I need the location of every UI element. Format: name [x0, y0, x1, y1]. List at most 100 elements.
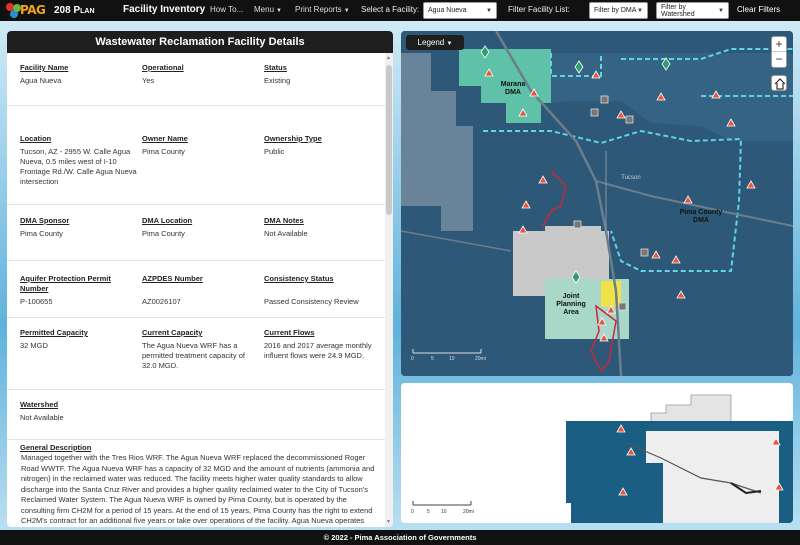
field-label: DMA Notes — [264, 216, 304, 225]
field-current-capacity: Current Capacity The Agua Nueva WRF has … — [142, 328, 260, 371]
highlight-area — [601, 281, 621, 307]
field-label: Status — [264, 63, 287, 72]
field-value: P-100655 — [20, 297, 53, 306]
howto-link[interactable]: How To... — [210, 5, 243, 14]
print-reports-label: Print Reports — [295, 5, 342, 14]
field-ownership-type: Ownership Type Public — [264, 134, 382, 157]
detail-row: Permitted Capacity 32 MGD Current Capaci… — [7, 318, 385, 390]
pima-county-dma-label: Pima County DMA — [679, 209, 723, 224]
grey-area — [545, 226, 601, 241]
field-value: Not Available — [20, 413, 64, 422]
square-marker[interactable] — [600, 95, 609, 104]
scrollbar-thumb[interactable] — [386, 65, 392, 215]
field-value: Pima County — [142, 229, 185, 238]
brand-name[interactable]: 208 Plan — [54, 5, 95, 16]
field-value: Public — [264, 147, 285, 156]
detail-row: Watershed Not Available — [7, 390, 385, 440]
field-label: Current Capacity — [142, 328, 203, 337]
field-label: AZPDES Number — [142, 274, 203, 283]
field-value: AZ0026107 — [142, 297, 181, 306]
main-map[interactable]: Legend ▼ + − Marana DMA Pima County DMA … — [401, 31, 793, 376]
field-label: Ownership Type — [264, 134, 322, 143]
field-value: Yes — [142, 76, 155, 85]
field-dma-location: DMA Location Pima County — [142, 216, 260, 239]
menu-dropdown[interactable]: Menu ▼ — [254, 5, 282, 14]
field-value: The Agua Nueva WRF has a permitted treat… — [142, 341, 245, 370]
filter-dma-value: Filter by DMA — [594, 7, 637, 14]
scale-label: 5 — [427, 509, 430, 515]
legend-label: Legend — [417, 38, 445, 47]
overview-map-canvas[interactable]: 0 5 10 20mi — [401, 383, 793, 523]
overview-map[interactable]: 0 5 10 20mi — [401, 383, 793, 523]
joint-planning-area-label: Joint Planning Area — [556, 293, 586, 316]
panel-body[interactable]: Facility Name Agua Nueva Operational Yes… — [7, 53, 385, 527]
field-owner-name: Owner Name Pima County — [142, 134, 260, 157]
print-reports-dropdown[interactable]: Print Reports ▼ — [295, 5, 350, 14]
home-icon[interactable] — [771, 75, 787, 91]
logo-text: PAG — [20, 3, 46, 17]
legend-button[interactable]: Legend ▼ — [406, 35, 464, 50]
field-value: Existing — [264, 76, 291, 85]
zoom-out-button[interactable]: − — [772, 52, 786, 67]
filter-watershed-value: Filter by Watershed — [661, 3, 695, 18]
facility-select[interactable]: Agua Nueva ▼ — [423, 2, 497, 19]
field-value: Pima County — [20, 229, 63, 238]
field-label: DMA Location — [142, 216, 193, 225]
panel-title: Wastewater Reclamation Facility Details — [7, 31, 393, 53]
description-label: General Description — [20, 443, 92, 452]
square-marker[interactable] — [625, 115, 634, 124]
select-facility-label: Select a Facility: — [361, 5, 420, 14]
chevron-down-icon: ▼ — [637, 7, 643, 14]
zoom-in-button[interactable]: + — [772, 37, 786, 52]
field-value: 2016 and 2017 average monthly influent f… — [264, 341, 372, 360]
field-label: Watershed — [20, 400, 59, 409]
square-marker[interactable] — [573, 220, 582, 229]
pag-logo[interactable]: PAG — [4, 0, 48, 21]
field-label: Consistency Status — [264, 274, 334, 283]
clear-filters-button[interactable]: Clear Filters — [737, 5, 780, 14]
scroll-down-icon[interactable]: ▼ — [386, 519, 391, 525]
scale-label: 0 — [411, 356, 414, 362]
field-label: Operational — [142, 63, 184, 72]
field-operational: Operational Yes — [142, 63, 260, 86]
square-marker[interactable] — [640, 248, 649, 257]
description-text: Managed together with the Tres Rios WRF.… — [21, 453, 375, 527]
field-label: Owner Name — [142, 134, 188, 143]
detail-row: Location Tucson, AZ - 2955 W. Calle Agua… — [7, 106, 385, 205]
filter-watershed-select[interactable]: Filter by Watershed ▼ — [656, 2, 729, 19]
field-current-flows: Current Flows 2016 and 2017 average mont… — [264, 328, 382, 361]
square-marker[interactable] — [618, 302, 627, 311]
field-label: Current Flows — [264, 328, 315, 337]
field-label: DMA Sponsor — [20, 216, 70, 225]
page-footer: © 2022 - Pima Association of Governments — [0, 530, 800, 545]
scale-label: 5 — [431, 356, 434, 362]
caret-down-icon: ▼ — [276, 8, 282, 14]
field-value: Not Available — [264, 229, 308, 238]
field-dma-notes: DMA Notes Not Available — [264, 216, 382, 239]
square-marker[interactable] — [590, 108, 599, 117]
scale-label: 10 — [449, 356, 455, 362]
field-value: Agua Nueva — [20, 76, 62, 85]
chevron-down-icon: ▼ — [486, 7, 492, 14]
filter-dma-select[interactable]: Filter by DMA ▼ — [589, 2, 648, 19]
field-location: Location Tucson, AZ - 2955 W. Calle Agua… — [20, 134, 138, 187]
scale-label: 0 — [411, 509, 414, 515]
marana-dma-label: Marana DMA — [500, 81, 526, 96]
field-consistency-status: Consistency Status Passed Consistency Re… — [264, 274, 382, 307]
scale-label: 20mi — [463, 509, 474, 515]
facility-select-value: Agua Nueva — [428, 7, 467, 14]
tucson-label: Tucson — [621, 175, 641, 181]
field-status: Status Existing — [264, 63, 382, 86]
field-label: Location — [20, 134, 52, 143]
field-value: Pima County — [142, 147, 185, 156]
scroll-up-icon[interactable]: ▲ — [386, 55, 391, 61]
field-aquifer-permit: Aquifer Protection Permit Number P-10065… — [20, 274, 138, 307]
map-canvas[interactable] — [401, 31, 793, 376]
page-title: Facility Inventory — [123, 4, 206, 15]
field-label: Facility Name — [20, 63, 69, 72]
zoom-control: + − — [771, 36, 787, 68]
panel-scrollbar[interactable]: ▲ ▼ — [385, 53, 393, 527]
facility-details-panel: Wastewater Reclamation Facility Details … — [7, 31, 393, 527]
field-dma-sponsor: DMA Sponsor Pima County — [20, 216, 138, 239]
top-navbar: PAG 208 Plan Facility Inventory How To..… — [0, 0, 800, 21]
